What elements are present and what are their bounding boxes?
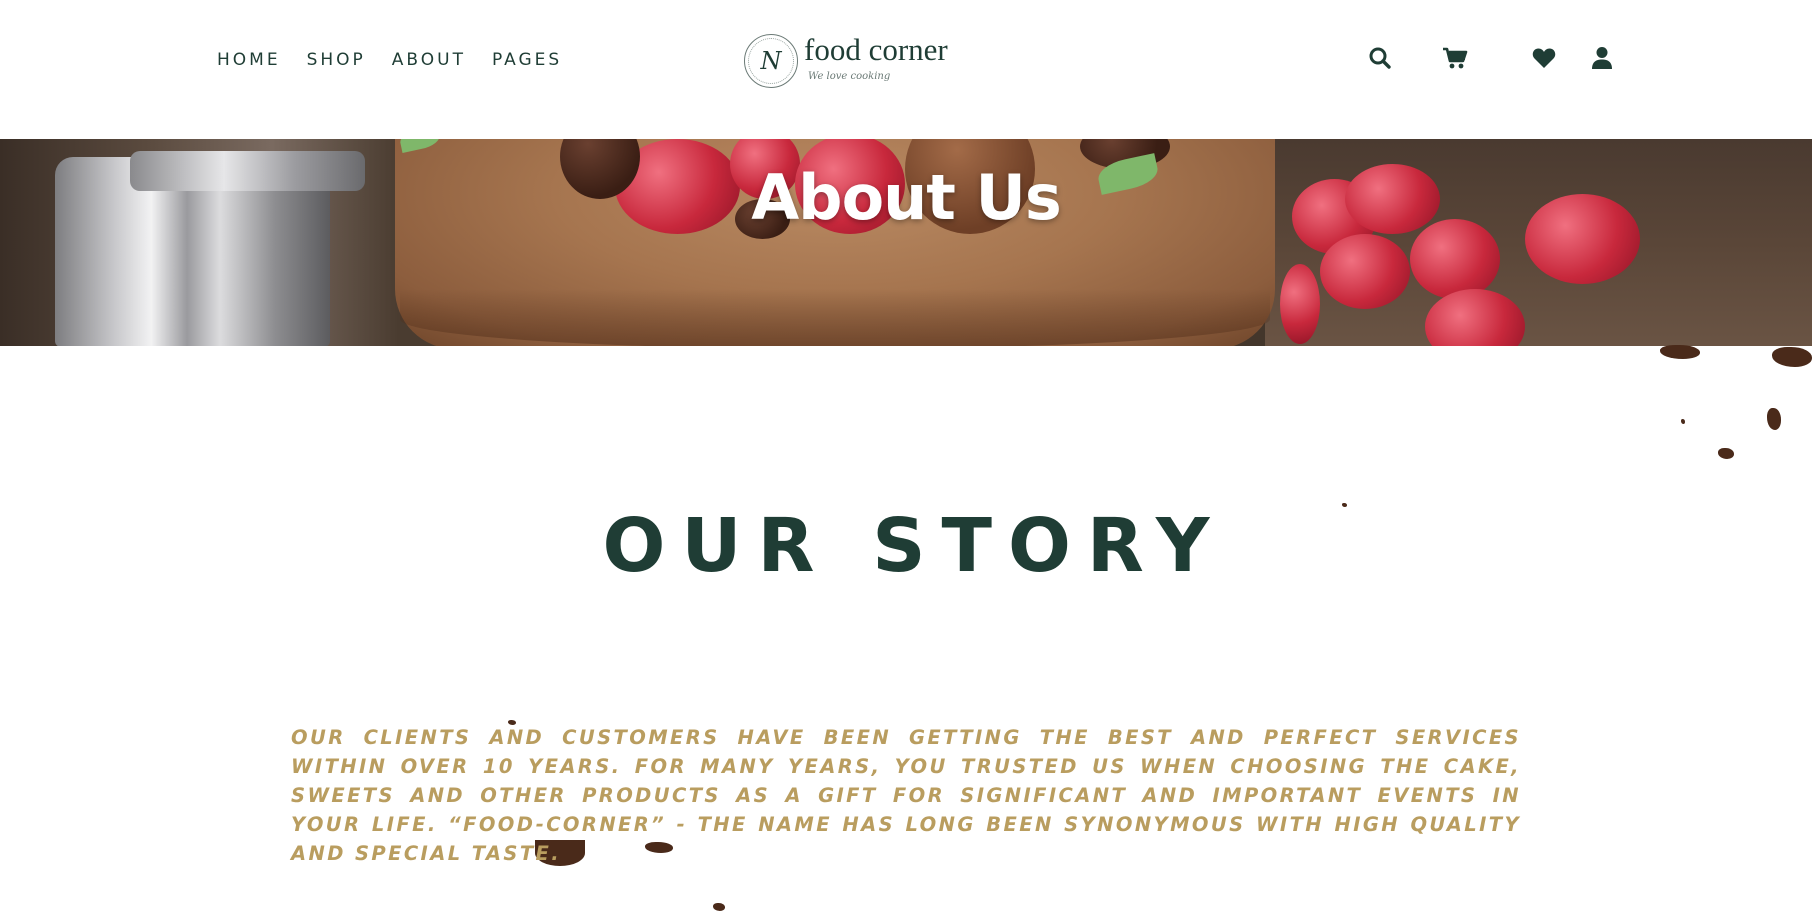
cart-icon[interactable] — [1441, 44, 1469, 72]
user-icon[interactable] — [1588, 44, 1616, 72]
site-header: HOME SHOP ABOUT PAGES N food corner We l… — [0, 0, 1812, 139]
hero-banner: About Us — [0, 139, 1812, 346]
story-paragraph: OUR CLIENTS AND CUSTOMERS HAVE BEEN GETT… — [291, 726, 1521, 865]
heart-icon[interactable] — [1530, 44, 1558, 72]
story-heading: OUR STORY — [602, 503, 1226, 589]
header-icons — [0, 44, 1812, 76]
raspberry-image — [1320, 234, 1410, 309]
page-title: About Us — [751, 161, 1062, 234]
search-icon[interactable] — [1366, 44, 1394, 72]
